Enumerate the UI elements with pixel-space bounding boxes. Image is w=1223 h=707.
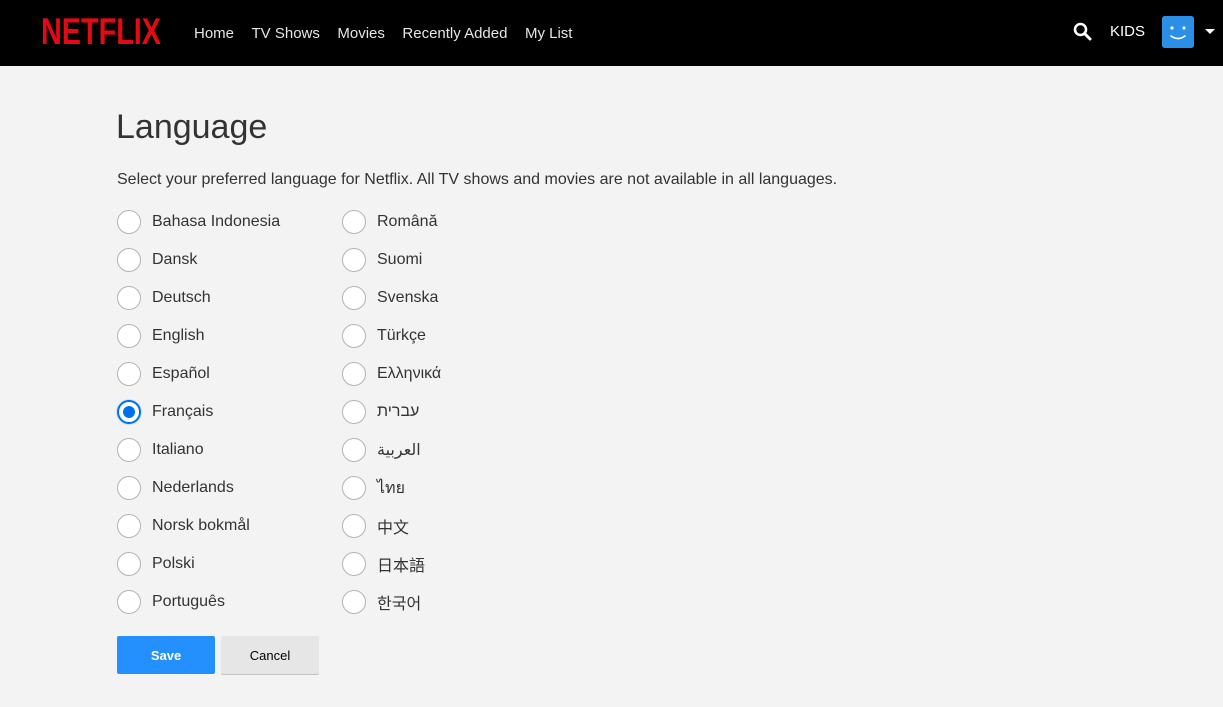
- language-option[interactable]: ไทย: [342, 469, 441, 507]
- language-radio[interactable]: [117, 362, 141, 386]
- language-label: Dansk: [152, 251, 198, 268]
- main-nav: Home TV Shows Movies Recently Added My L…: [194, 0, 590, 66]
- language-label: 日本語: [377, 558, 426, 575]
- language-radio[interactable]: [117, 286, 141, 310]
- page-description: Select your preferred language for Netfl…: [117, 171, 838, 188]
- nav-movies[interactable]: Movies: [337, 25, 385, 42]
- language-radio[interactable]: [117, 590, 141, 614]
- language-label: 中文: [377, 520, 410, 537]
- language-radio[interactable]: [342, 400, 366, 424]
- language-column-right: Română Suomi Svenska Türkçe Ελληνικά עברית الع…: [342, 203, 441, 621]
- language-radio[interactable]: [117, 400, 141, 424]
- language-radio[interactable]: [117, 248, 141, 272]
- language-radio[interactable]: [342, 324, 366, 348]
- language-label: Italiano: [152, 441, 204, 458]
- language-label: Deutsch: [152, 289, 211, 306]
- nav-home[interactable]: Home: [194, 25, 234, 42]
- language-radio[interactable]: [342, 552, 366, 576]
- nav-recently-added[interactable]: Recently Added: [402, 25, 507, 42]
- language-option[interactable]: Español: [117, 355, 280, 393]
- language-option[interactable]: Bahasa Indonesia: [117, 203, 280, 241]
- language-label: Nederlands: [152, 479, 234, 496]
- language-radio[interactable]: [342, 590, 366, 614]
- language-option[interactable]: עברית: [342, 393, 441, 431]
- language-radio[interactable]: [117, 552, 141, 576]
- language-option[interactable]: Français: [117, 393, 280, 431]
- top-navigation-bar: NETFLIX Home TV Shows Movies Recently Ad…: [0, 0, 1223, 66]
- language-option[interactable]: Deutsch: [117, 279, 280, 317]
- caret-down-icon[interactable]: [1205, 29, 1215, 34]
- language-label: Suomi: [377, 251, 423, 268]
- language-label: Português: [152, 593, 225, 610]
- language-label: Français: [152, 403, 214, 420]
- language-label: Norsk bokmål: [152, 517, 250, 534]
- smiley-avatar-icon: [1162, 16, 1194, 48]
- language-label: Polski: [152, 555, 195, 572]
- language-radio[interactable]: [117, 324, 141, 348]
- language-option[interactable]: Ελληνικά: [342, 355, 441, 393]
- language-label: ไทย: [377, 479, 405, 497]
- language-radio[interactable]: [117, 476, 141, 500]
- language-option[interactable]: Dansk: [117, 241, 280, 279]
- language-option[interactable]: العربية: [342, 431, 441, 469]
- language-radio[interactable]: [117, 210, 141, 234]
- language-radio[interactable]: [342, 438, 366, 462]
- netflix-logo[interactable]: NETFLIX: [41, 11, 161, 51]
- language-radio[interactable]: [342, 286, 366, 310]
- language-option[interactable]: 日本語: [342, 545, 441, 583]
- language-label: Bahasa Indonesia: [152, 213, 281, 230]
- language-label: English: [152, 327, 205, 344]
- language-option[interactable]: Nederlands: [117, 469, 280, 507]
- language-radio[interactable]: [342, 362, 366, 386]
- language-option[interactable]: Suomi: [342, 241, 441, 279]
- kids-link[interactable]: KIDS: [1110, 23, 1145, 40]
- language-option[interactable]: Italiano: [117, 431, 280, 469]
- language-radio[interactable]: [342, 248, 366, 272]
- language-label: Türkçe: [377, 327, 426, 344]
- language-option[interactable]: 中文: [342, 507, 441, 545]
- language-label: Svenska: [377, 289, 439, 306]
- language-option[interactable]: Română: [342, 203, 441, 241]
- language-option[interactable]: Português: [117, 583, 280, 621]
- language-radio[interactable]: [117, 514, 141, 538]
- save-button[interactable]: Save: [117, 636, 215, 674]
- language-label: עברית: [377, 403, 420, 420]
- language-radio[interactable]: [117, 438, 141, 462]
- nav-tv-shows[interactable]: TV Shows: [252, 25, 320, 42]
- profile-avatar[interactable]: [1162, 16, 1194, 48]
- language-option[interactable]: Svenska: [342, 279, 441, 317]
- language-option[interactable]: Türkçe: [342, 317, 441, 355]
- language-radio[interactable]: [342, 514, 366, 538]
- cancel-button[interactable]: Cancel: [221, 636, 319, 674]
- search-icon[interactable]: [1073, 22, 1092, 41]
- language-option[interactable]: Polski: [117, 545, 280, 583]
- language-radio[interactable]: [342, 476, 366, 500]
- language-radio[interactable]: [342, 210, 366, 234]
- nav-my-list[interactable]: My List: [525, 25, 573, 42]
- language-label: 한국어: [377, 596, 422, 613]
- language-label: Español: [152, 365, 210, 382]
- netflix-logo-text: NETFLIX: [41, 11, 161, 51]
- language-label: Ελληνικά: [377, 365, 442, 382]
- language-label: العربية: [377, 442, 421, 459]
- language-option[interactable]: English: [117, 317, 280, 355]
- language-option[interactable]: Norsk bokmål: [117, 507, 280, 545]
- language-label: Română: [377, 213, 438, 230]
- language-option[interactable]: 한국어: [342, 583, 441, 621]
- language-column-left: Bahasa Indonesia Dansk Deutsch English Españ…: [117, 203, 280, 621]
- page-title: Language: [116, 108, 268, 146]
